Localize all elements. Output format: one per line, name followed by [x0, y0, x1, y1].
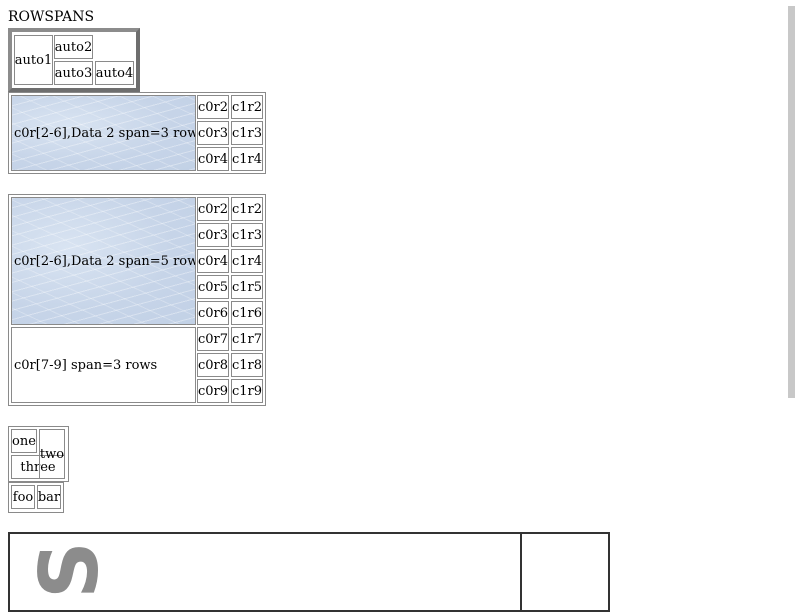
bar-cell: bar [37, 485, 61, 509]
auto3-cell: auto3 [54, 61, 93, 85]
table-cell: c0r3 [197, 121, 229, 145]
table-cell: c0r6 [197, 301, 229, 325]
auto4-cell: auto4 [95, 61, 134, 85]
foo-cell: foo [11, 485, 35, 509]
table-cell: c1r3 [231, 223, 263, 247]
table-cell: c0r4 [197, 147, 229, 171]
table-cell: c0r2 [197, 197, 229, 221]
large-rotated-glyph: S [23, 541, 116, 599]
table-cell: c0r7 [197, 327, 229, 351]
table-cell: c0r9 [197, 379, 229, 403]
table-cell: c0r3 [197, 223, 229, 247]
table-cell: c1r4 [231, 147, 263, 171]
table-cell: c1r9 [231, 379, 263, 403]
table-cell: c0r4 [197, 249, 229, 273]
vertical-scrollbar[interactable] [788, 6, 795, 398]
rowspan5-big-cell: c0r[2-6],Data 2 span=5 rows [11, 197, 196, 325]
page-heading: ROWSPANS [8, 9, 95, 25]
table-cell: c1r2 [231, 95, 263, 119]
table-cell: c1r8 [231, 353, 263, 377]
auto1-cell: auto1 [14, 35, 53, 85]
table-cell: c0r2 [197, 95, 229, 119]
table-cell: c1r7 [231, 327, 263, 351]
table-cell: c1r3 [231, 121, 263, 145]
large-table-divider [520, 532, 522, 612]
one-cell: one [11, 429, 37, 453]
table-cell: c1r4 [231, 249, 263, 273]
rowspan3-second-cell: c0r[7-9] span=3 rows [11, 327, 196, 403]
table-cell: c0r8 [197, 353, 229, 377]
table-cell: c1r2 [231, 197, 263, 221]
table-cell: c0r5 [197, 275, 229, 299]
two-cell: two [39, 429, 65, 479]
table-cell: c1r5 [231, 275, 263, 299]
rowspan3-big-cell: c0r[2-6],Data 2 span=3 rows [11, 95, 196, 171]
table-cell: c1r6 [231, 301, 263, 325]
auto2-cell: auto2 [54, 35, 93, 59]
